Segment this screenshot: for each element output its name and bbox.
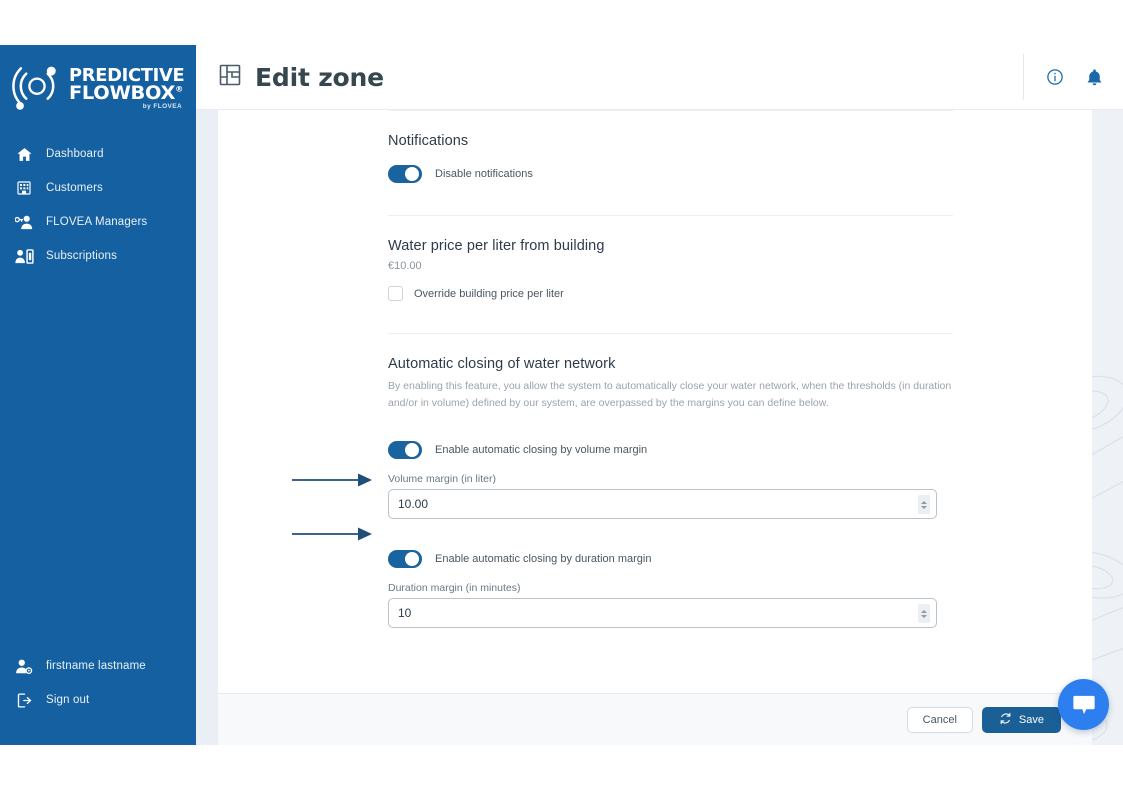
header-right bbox=[1023, 45, 1123, 109]
sign-out-icon bbox=[14, 690, 34, 710]
toggle-label: Enable automatic closing by duration mar… bbox=[435, 553, 652, 565]
disable-notifications-toggle[interactable] bbox=[388, 165, 422, 183]
toggle-knob bbox=[405, 552, 419, 566]
duration-margin-toggle[interactable] bbox=[388, 550, 422, 568]
sidebar-item-subscriptions[interactable]: Subscriptions bbox=[0, 239, 196, 273]
zone-plan-icon bbox=[218, 63, 242, 92]
section-title: Water price per liter from building bbox=[388, 238, 605, 254]
field-label: Duration margin (in minutes) bbox=[388, 582, 521, 594]
user-key-icon bbox=[14, 212, 34, 232]
water-price-value: €10.00 bbox=[388, 260, 422, 272]
stepper-down-icon[interactable] bbox=[921, 505, 927, 509]
sidebar-item-label: Sign out bbox=[46, 694, 90, 706]
sidebar: PREDICTIVE FLOWBOX® by FLOVEA Dashboard bbox=[0, 45, 196, 745]
volume-margin-input[interactable]: 10.00 bbox=[388, 489, 937, 519]
registered-mark: ® bbox=[175, 84, 183, 94]
sidebar-nav: Dashboard Customers FLOVEA Managers Subs… bbox=[0, 137, 196, 273]
sidebar-item-flovea-managers[interactable]: FLOVEA Managers bbox=[0, 205, 196, 239]
header-divider bbox=[1023, 54, 1024, 100]
field-label: Volume margin (in liter) bbox=[388, 473, 496, 485]
brand-logo-text: PREDICTIVE FLOWBOX® by FLOVEA bbox=[69, 66, 185, 110]
override-price-row: Override building price per liter bbox=[388, 286, 953, 301]
chat-bubble-icon bbox=[1072, 695, 1095, 714]
home-icon bbox=[14, 144, 34, 164]
panel-content: Notifications Disable notifications Wate… bbox=[218, 110, 1092, 628]
disable-notifications-row: Disable notifications bbox=[388, 165, 953, 183]
volume-margin-field: Volume margin (in liter) 10.00 bbox=[388, 473, 937, 519]
annotation-arrow-volume-input bbox=[292, 527, 372, 541]
duration-margin-input[interactable]: 10 bbox=[388, 598, 937, 628]
sidebar-item-label: Dashboard bbox=[46, 148, 104, 160]
sidebar-item-user-profile[interactable]: firstname lastname bbox=[0, 649, 196, 683]
sidebar-bottom-nav: firstname lastname Sign out bbox=[0, 649, 196, 717]
info-circle-icon[interactable] bbox=[1046, 68, 1064, 86]
input-value: 10 bbox=[398, 606, 412, 620]
checkbox-label: Override building price per liter bbox=[414, 287, 564, 300]
sidebar-item-label: FLOVEA Managers bbox=[46, 216, 148, 228]
volume-margin-toggle[interactable] bbox=[388, 441, 422, 459]
cancel-button[interactable]: Cancel bbox=[906, 706, 973, 733]
section-notifications: Notifications Disable notifications bbox=[388, 110, 953, 215]
app-root: PREDICTIVE FLOWBOX® by FLOVEA Dashboard bbox=[0, 0, 1123, 794]
duration-margin-field: Duration margin (in minutes) 10 bbox=[388, 582, 937, 628]
sidebar-item-sign-out[interactable]: Sign out bbox=[0, 683, 196, 717]
section-title: Notifications bbox=[388, 133, 469, 149]
sidebar-item-dashboard[interactable]: Dashboard bbox=[0, 137, 196, 171]
section-title: Automatic closing of water network bbox=[388, 356, 616, 372]
volume-margin-toggle-row: Enable automatic closing by volume margi… bbox=[388, 441, 953, 459]
volume-margin-stepper[interactable] bbox=[918, 495, 930, 514]
sidebar-item-label: Customers bbox=[46, 182, 103, 194]
section-description: By enabling this feature, you allow the … bbox=[388, 380, 952, 409]
stepper-up-icon[interactable] bbox=[921, 609, 927, 613]
stepper-down-icon[interactable] bbox=[921, 614, 927, 618]
duration-margin-toggle-row: Enable automatic closing by duration mar… bbox=[388, 550, 953, 568]
user-card-icon bbox=[14, 246, 34, 266]
user-settings-icon bbox=[14, 656, 34, 676]
override-price-checkbox[interactable] bbox=[388, 286, 403, 301]
sidebar-item-label: firstname lastname bbox=[46, 660, 146, 672]
bell-icon[interactable] bbox=[1086, 68, 1103, 87]
chat-widget-button[interactable] bbox=[1058, 679, 1109, 730]
edit-zone-panel: Notifications Disable notifications Wate… bbox=[218, 110, 1092, 745]
toggle-knob bbox=[405, 167, 419, 181]
input-value: 10.00 bbox=[398, 497, 429, 511]
panel-body: Notifications Disable notifications Wate… bbox=[218, 110, 1092, 693]
toggle-knob bbox=[405, 443, 419, 457]
toggle-label: Disable notifications bbox=[435, 168, 533, 180]
sidebar-item-label: Subscriptions bbox=[46, 250, 117, 262]
save-button-label: Save bbox=[1018, 713, 1044, 726]
predictive-flowbox-logo-icon bbox=[12, 66, 56, 110]
page-header: Edit zone bbox=[196, 45, 1123, 110]
logo-line-2: FLOWBOX® bbox=[69, 81, 183, 104]
annotation-arrow-volume-toggle bbox=[292, 473, 372, 487]
toggle-label: Enable automatic closing by volume margi… bbox=[435, 444, 648, 456]
brand-logo[interactable]: PREDICTIVE FLOWBOX® by FLOVEA bbox=[0, 45, 196, 117]
logo-byline: by FLOVEA bbox=[142, 102, 183, 110]
stepper-up-icon[interactable] bbox=[921, 500, 927, 504]
header-left: Edit zone bbox=[196, 63, 384, 92]
sidebar-item-customers[interactable]: Customers bbox=[0, 171, 196, 205]
section-water-price: Water price per liter from building €10.… bbox=[388, 215, 953, 333]
duration-margin-stepper[interactable] bbox=[918, 604, 930, 623]
refresh-icon bbox=[999, 712, 1012, 728]
page-title: Edit zone bbox=[255, 62, 384, 92]
panel-footer: Cancel Save bbox=[218, 693, 1092, 745]
building-icon bbox=[14, 178, 34, 198]
section-automatic-closing: Automatic closing of water network By en… bbox=[388, 333, 953, 628]
save-button[interactable]: Save bbox=[981, 706, 1061, 733]
